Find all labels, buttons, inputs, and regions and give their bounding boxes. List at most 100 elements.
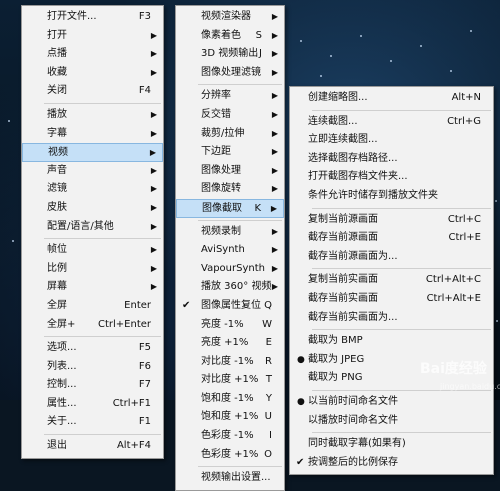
menu-separator <box>312 109 491 111</box>
menu1-item[interactable]: 视频 ▶ <box>22 143 163 162</box>
menu1-item[interactable]: 帧位 ▶ <box>22 241 163 260</box>
menu3-item[interactable]: 选择截图存档路径... <box>290 150 493 169</box>
menu-item-label: 屏幕 <box>47 281 67 293</box>
menu-item-label: 以当前时间命名文件 <box>308 395 398 407</box>
menu3-item[interactable]: 截存当前实画面 Ctrl+Alt+E <box>290 290 493 309</box>
menu3-item[interactable]: 截存当前实画面为... <box>290 309 493 328</box>
menu2-item[interactable]: 图像处理滤镜 ▶ <box>176 64 284 83</box>
menu-item-label: 选项... <box>47 342 77 354</box>
menu1-item[interactable]: 配置/语言/其他 ▶ <box>22 218 163 237</box>
menu3-item[interactable]: 截存当前源画面为... <box>290 248 493 267</box>
shortcut-label: F4 <box>138 85 151 97</box>
menu-item-label: 打开截图存档文件夹... <box>308 171 408 183</box>
menu1-item[interactable]: 点播 ▶ <box>22 45 163 64</box>
menu1-item[interactable]: 打开 ▶ <box>22 27 163 46</box>
menu3-item[interactable]: 同时截取字幕(如果有) <box>290 435 493 454</box>
menu-item-label: 皮肤 <box>47 201 67 213</box>
shortcut-label: Ctrl+C <box>447 213 481 225</box>
shortcut-label: R <box>265 355 272 367</box>
menu2-item[interactable]: 分辨率 ▶ <box>176 87 284 106</box>
shortcut-label: Ctrl+Alt+C <box>425 274 481 286</box>
menu1-item[interactable]: 滤镜 ▶ <box>22 180 163 199</box>
menu2-item[interactable]: 亮度 -1% W <box>176 316 284 335</box>
menu3-item[interactable]: 创建缩略图... Alt+N <box>290 89 493 108</box>
menu1-item[interactable]: 皮肤 ▶ <box>22 199 163 218</box>
menu2-item[interactable]: 反交错 ▶ <box>176 106 284 125</box>
menu2-item[interactable]: 像素着色 S ▶ <box>176 27 284 46</box>
menu2-item[interactable]: 视频录制 ▶ <box>176 223 284 242</box>
menu1-item[interactable]: 选项... F5 <box>22 339 163 358</box>
menu1-item[interactable]: 打开文件... F3 <box>22 8 163 27</box>
menu3-item[interactable]: 截存当前源画面 Ctrl+E <box>290 229 493 248</box>
menu1-item[interactable]: 全屏+ Ctrl+Enter <box>22 316 163 335</box>
menu1-item[interactable]: 屏幕 ▶ <box>22 278 163 297</box>
menu3-item[interactable]: ● 以当前时间命名文件 <box>290 393 493 412</box>
menu2-item[interactable]: 对比度 -1% R <box>176 353 284 372</box>
menu2-item[interactable]: 视频渲染器 ▶ <box>176 8 284 27</box>
watermark-logo: Bai度经验 <box>420 361 487 377</box>
menu2-item[interactable]: 对比度 +1% T <box>176 371 284 390</box>
submenu-arrow-icon: ▶ <box>270 203 277 213</box>
menu1-item[interactable]: 列表... F6 <box>22 358 163 377</box>
submenu-arrow-icon: ▶ <box>271 67 278 77</box>
menu2-item[interactable]: 饱和度 +1% U <box>176 408 284 427</box>
submenu-arrow-icon: ▶ <box>271 245 278 255</box>
menu-separator <box>198 219 282 221</box>
menu3-item[interactable]: 立即连续截图... <box>290 131 493 150</box>
menu-item-label: 对比度 -1% <box>201 355 254 367</box>
submenu-arrow-icon: ▶ <box>149 148 156 158</box>
menu1-item[interactable]: 声音 ▶ <box>22 162 163 181</box>
menu2-item[interactable]: 饱和度 -1% Y <box>176 390 284 409</box>
menu1-item[interactable]: 收藏 ▶ <box>22 64 163 83</box>
menu2-item[interactable]: 色彩度 +1% O <box>176 446 284 465</box>
menu2-item[interactable]: 图像旋转 ▶ <box>176 180 284 199</box>
menu3-item[interactable]: 复制当前实画面 Ctrl+Alt+C <box>290 271 493 290</box>
menu2-item[interactable]: 图像截取 K ▶ <box>176 198 284 218</box>
menu3-item[interactable]: 以播放时间命名文件 <box>290 412 493 431</box>
menu-item-label: 收藏 <box>47 66 67 78</box>
menu3-item[interactable]: 条件允许时储存到播放文件夹 <box>290 187 493 206</box>
menu-item-label: 截取为 PNG <box>308 372 363 384</box>
menu2-item[interactable]: 下边距 ▶ <box>176 143 284 162</box>
menu-item-label: 截取为 JPEG <box>308 353 365 365</box>
menu1-item[interactable]: 退出 Alt+F4 <box>22 437 163 456</box>
menu2-item[interactable]: VapourSynth ▶ <box>176 260 284 279</box>
menu-item-label: 条件允许时储存到播放文件夹 <box>308 189 438 201</box>
menu2-item[interactable]: 色彩度 -1% I <box>176 427 284 446</box>
menu-item-label: 视频录制 <box>201 225 241 237</box>
menu3-item[interactable]: 连续截图... Ctrl+G <box>290 113 493 132</box>
menu3-item[interactable]: 打开截图存档文件夹... <box>290 168 493 187</box>
menu2-item[interactable]: ✔ 图像属性复位 Q <box>176 297 284 316</box>
menu3-item[interactable]: ✔ 按调整后的比例保存 <box>290 454 493 473</box>
submenu-arrow-icon: ▶ <box>271 226 278 236</box>
menu3-item[interactable]: 截取为 BMP <box>290 332 493 351</box>
menu-separator <box>312 329 491 331</box>
menu2-item[interactable]: AviSynth ▶ <box>176 241 284 260</box>
menu1-item[interactable]: 字幕 ▶ <box>22 125 163 144</box>
menu2-item[interactable]: 播放 360° 视频 ▶ <box>176 278 284 297</box>
shortcut-label: S <box>255 29 262 41</box>
submenu-arrow-icon: ▶ <box>150 30 157 40</box>
menu1-item[interactable]: 关于... F1 <box>22 413 163 432</box>
menu1-item[interactable]: 控制... F7 <box>22 376 163 395</box>
submenu-arrow-icon: ▶ <box>271 91 278 101</box>
submenu-arrow-icon: ▶ <box>150 221 157 231</box>
menu1-item[interactable]: 属性... Ctrl+F1 <box>22 395 163 414</box>
menu1-item[interactable]: 关闭 F4 <box>22 82 163 101</box>
menu2-item[interactable]: 图像处理 ▶ <box>176 162 284 181</box>
shortcut-label: F3 <box>138 11 151 22</box>
menu-item-label: 视频输出设置... <box>201 472 271 484</box>
watermark-url: jingyan.baidu.com <box>440 382 500 391</box>
menu2-item[interactable]: 3D 视频输出 J ▶ <box>176 45 284 64</box>
shortcut-label: Enter <box>124 299 151 311</box>
menu-item-label: 分辨率 <box>201 90 231 102</box>
menu2-item[interactable]: 亮度 +1% E <box>176 334 284 353</box>
submenu-arrow-icon: ▶ <box>150 109 157 119</box>
menu1-item[interactable]: 全屏 Enter <box>22 297 163 316</box>
menu2-item[interactable]: 裁剪/拉伸 ▶ <box>176 125 284 144</box>
menu2-item[interactable]: 视频输出设置... <box>176 469 284 488</box>
menu3-item[interactable]: 复制当前源画面 Ctrl+C <box>290 211 493 230</box>
menu-item-label: 图像旋转 <box>201 183 241 195</box>
menu1-item[interactable]: 播放 ▶ <box>22 106 163 125</box>
menu1-item[interactable]: 比例 ▶ <box>22 260 163 279</box>
